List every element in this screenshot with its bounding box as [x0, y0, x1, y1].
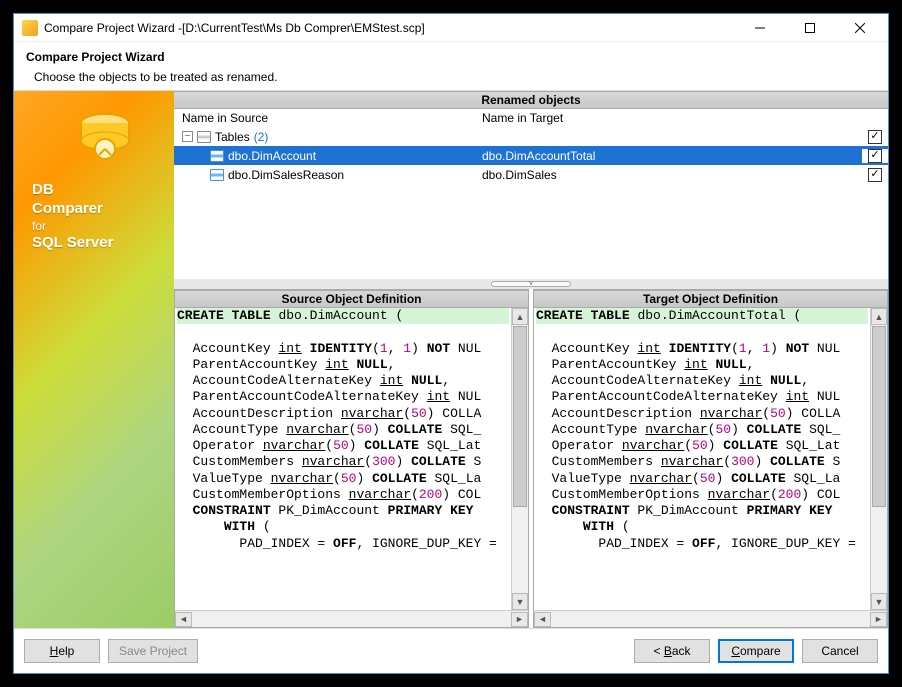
- vertical-scrollbar[interactable]: ▲ ▼: [870, 308, 887, 610]
- renamed-header: Renamed objects: [174, 91, 888, 109]
- group-count: (2): [254, 130, 269, 144]
- tables-group-icon: [197, 131, 211, 143]
- splitter-handle-icon: [491, 281, 571, 287]
- main-panel: Renamed objects Name in Source Name in T…: [174, 91, 888, 628]
- titlebar: Compare Project Wizard -[D:\CurrentTest\…: [14, 14, 888, 42]
- tree-group-row[interactable]: − Tables (2): [174, 127, 888, 146]
- close-icon: [855, 23, 865, 33]
- brand-line2: Comparer: [32, 200, 103, 217]
- horizontal-splitter[interactable]: [174, 279, 888, 289]
- target-code-viewer[interactable]: CREATE TABLE dbo.DimAccountTotal ( Accou…: [534, 308, 870, 610]
- row-checkbox[interactable]: [868, 149, 882, 163]
- minimize-icon: [755, 23, 765, 33]
- app-icon: [22, 20, 38, 36]
- sidebar: DB Comparer for SQL Server: [14, 91, 174, 628]
- scroll-up-icon[interactable]: ▲: [871, 308, 887, 325]
- row-source-name: dbo.DimSalesReason: [228, 168, 344, 182]
- brand-line3: for: [32, 219, 113, 234]
- wizard-title: Compare Project Wizard: [26, 50, 876, 64]
- definitions-area: Source Object Definition CREATE TABLE db…: [174, 289, 888, 628]
- window-title: Compare Project Wizard -[D:\CurrentTest\…: [44, 21, 742, 35]
- scroll-left-icon[interactable]: ◄: [175, 612, 192, 627]
- maximize-button[interactable]: [792, 17, 828, 39]
- vertical-scrollbar[interactable]: ▲ ▼: [511, 308, 528, 610]
- row-source-name: dbo.DimAccount: [228, 149, 316, 163]
- scroll-down-icon[interactable]: ▼: [871, 593, 887, 610]
- back-button[interactable]: < Back: [634, 639, 710, 663]
- compare-button[interactable]: Compare: [718, 639, 794, 663]
- row-target-name: dbo.DimSales: [482, 168, 862, 182]
- scroll-up-icon[interactable]: ▲: [512, 308, 528, 325]
- group-label: Tables: [215, 130, 250, 144]
- horizontal-scrollbar[interactable]: ◄ ►: [534, 610, 887, 627]
- footer: Help Save Project < Back Compare Cancel: [14, 629, 888, 673]
- maximize-icon: [805, 23, 815, 33]
- scroll-left-icon[interactable]: ◄: [534, 612, 551, 627]
- save-project-button[interactable]: Save Project: [108, 639, 198, 663]
- help-button[interactable]: Help: [24, 639, 100, 663]
- cancel-button[interactable]: Cancel: [802, 639, 878, 663]
- table-icon: [210, 150, 224, 162]
- close-button[interactable]: [842, 17, 878, 39]
- target-def-header: Target Object Definition: [534, 290, 887, 308]
- wizard-window: Compare Project Wizard -[D:\CurrentTest\…: [13, 13, 889, 674]
- table-row[interactable]: dbo.DimAccount dbo.DimAccountTotal: [174, 146, 888, 165]
- row-target-name: dbo.DimAccountTotal: [482, 149, 862, 163]
- product-icon: [69, 101, 141, 173]
- horizontal-scrollbar[interactable]: ◄ ►: [175, 610, 528, 627]
- collapse-icon[interactable]: −: [182, 131, 193, 142]
- minimize-button[interactable]: [742, 17, 778, 39]
- scroll-right-icon[interactable]: ►: [511, 612, 528, 627]
- source-definition-pane: Source Object Definition CREATE TABLE db…: [174, 289, 529, 628]
- content-area: DB Comparer for SQL Server Renamed objec…: [14, 90, 888, 629]
- col-target-header: Name in Target: [482, 111, 880, 125]
- source-code-viewer[interactable]: CREATE TABLE dbo.DimAccount ( AccountKey…: [175, 308, 511, 610]
- list-column-headers: Name in Source Name in Target: [174, 109, 888, 127]
- row-checkbox[interactable]: [868, 168, 882, 182]
- source-def-header: Source Object Definition: [175, 290, 528, 308]
- table-row[interactable]: dbo.DimSalesReason dbo.DimSales: [174, 165, 888, 184]
- brand-line1: DB: [32, 181, 54, 198]
- renamed-list[interactable]: Name in Source Name in Target − Tables (…: [174, 109, 888, 279]
- table-icon: [210, 169, 224, 181]
- scroll-down-icon[interactable]: ▼: [512, 593, 528, 610]
- brand-line4: SQL Server: [32, 234, 113, 251]
- window-controls: [742, 17, 880, 39]
- wizard-subtitle: Choose the objects to be treated as rena…: [34, 70, 876, 84]
- brand-text: DB Comparer for SQL Server: [32, 181, 113, 252]
- target-definition-pane: Target Object Definition CREATE TABLE db…: [533, 289, 888, 628]
- wizard-header: Compare Project Wizard Choose the object…: [14, 42, 888, 90]
- group-checkbox[interactable]: [868, 130, 882, 144]
- scroll-right-icon[interactable]: ►: [870, 612, 887, 627]
- col-source-header: Name in Source: [182, 111, 482, 125]
